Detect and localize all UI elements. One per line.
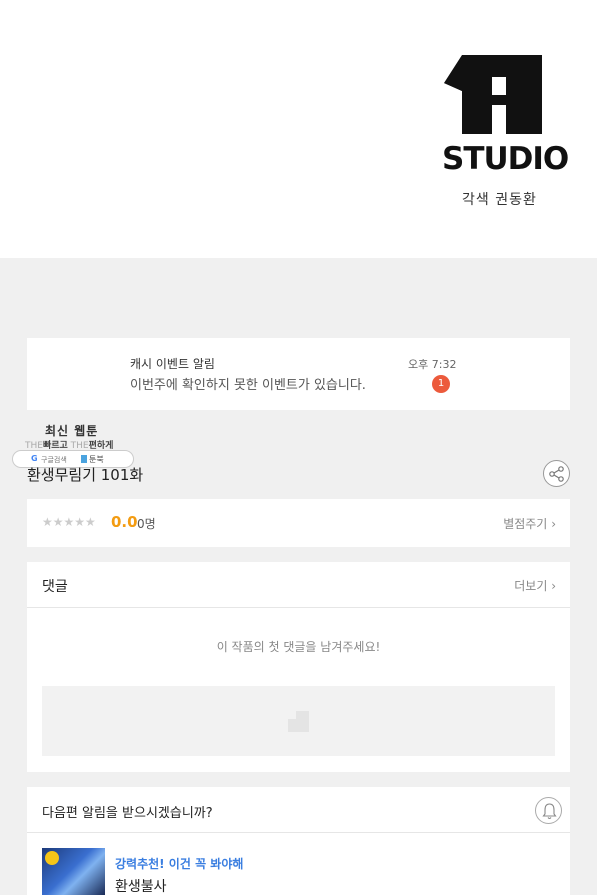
- next-episode-header: 다음편 알림을 받으시겠습니까?: [27, 787, 570, 833]
- share-icon: [549, 466, 564, 482]
- bell-icon: [542, 803, 557, 820]
- rating-card: ★★★★★ 0.0 0명 별점주기 ›: [27, 499, 570, 547]
- comments-card: 댓글 더보기 › 이 작품의 첫 댓글을 남겨주세요!: [27, 562, 570, 772]
- studio-logo: STUDIO 각색 권동환: [442, 55, 569, 209]
- notify-bell-button[interactable]: [535, 797, 562, 824]
- notice-time: 오후 7:32: [408, 358, 457, 371]
- toonbook-icon: [81, 455, 87, 463]
- chevron-right-icon: ›: [551, 517, 556, 531]
- google-icon: G: [31, 454, 38, 463]
- comments-title: 댓글: [42, 579, 68, 595]
- rating-stars: ★★★★★: [42, 515, 96, 529]
- recommend-title[interactable]: 환생불사: [115, 876, 167, 895]
- comment-input-placeholder[interactable]: [42, 686, 555, 756]
- rating-count: 0명: [137, 517, 156, 531]
- episode-title: 환생무림기 101화: [27, 466, 144, 484]
- notice-title: 캐시 이벤트 알림: [130, 357, 215, 371]
- comments-more-label: 더보기: [514, 579, 548, 593]
- promo-title: 최신 웹툰: [45, 424, 99, 438]
- next-episode-card: 다음편 알림을 받으시겠습니까? 강력추천! 이건 꼭 봐야해 환생불사: [27, 787, 570, 895]
- recommend-label[interactable]: 강력추천! 이건 꼭 봐야해: [115, 855, 243, 872]
- clock-icon: [45, 851, 59, 865]
- notice-body: 이번주에 확인하지 못한 이벤트가 있습니다.: [130, 378, 366, 393]
- toonbook-label: 툰북: [89, 455, 104, 464]
- comments-more-button[interactable]: 더보기 ›: [514, 577, 556, 594]
- adaptation-credit: 각색 권동환: [462, 192, 537, 208]
- top-banner: STUDIO 각색 권동환: [0, 0, 597, 258]
- next-episode-question: 다음편 알림을 받으시겠습니까?: [42, 806, 213, 821]
- recommend-thumbnail[interactable]: [42, 848, 105, 895]
- notice-count-badge: 1: [432, 375, 450, 393]
- rate-button[interactable]: 별점주기 ›: [503, 515, 556, 532]
- comments-empty-message: 이 작품의 첫 댓글을 남겨주세요!: [216, 640, 381, 654]
- studio-logo-text: STUDIO: [442, 141, 569, 177]
- event-notice-card[interactable]: 캐시 이벤트 알림 이번주에 확인하지 못한 이벤트가 있습니다. 오후 7:3…: [27, 338, 570, 410]
- rate-button-label: 별점주기: [503, 517, 548, 531]
- chevron-right-icon: ›: [551, 579, 556, 593]
- share-button[interactable]: [543, 460, 570, 487]
- studio-logo-mark: [444, 55, 542, 134]
- latest-webtoon-promo[interactable]: 최신 웹툰 THE빠르고 THE편하게 G 구글검색 툰북: [12, 422, 134, 470]
- comments-header: 댓글 더보기 ›: [27, 562, 570, 608]
- rating-score: 0.0: [111, 513, 138, 531]
- image-placeholder-icon: [288, 711, 309, 732]
